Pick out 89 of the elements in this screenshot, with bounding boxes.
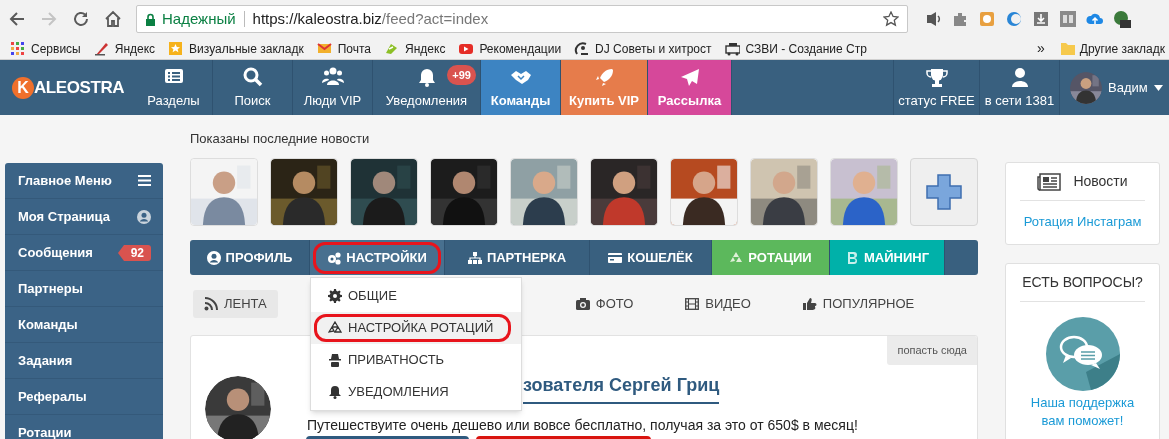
- film-icon: [685, 297, 700, 311]
- feed-tab[interactable]: ЛЕНТА: [193, 290, 278, 318]
- feed-tab[interactable]: ВИДЕО: [674, 290, 762, 318]
- bookmark-link[interactable]: Рекомендации: [458, 39, 562, 58]
- sidebar-item[interactable]: Ротации: [5, 415, 163, 439]
- camera-icon: [575, 297, 590, 311]
- sidebar-item[interactable]: Рефералы: [5, 379, 163, 415]
- user-menu[interactable]: Вадим: [1059, 60, 1169, 115]
- newspaper-icon: [1037, 172, 1062, 191]
- nav-item[interactable]: в сети 1381: [979, 60, 1059, 115]
- menu-icon: [138, 175, 151, 186]
- add-news-button[interactable]: [910, 158, 978, 226]
- bookmark-link[interactable]: Яндекс: [384, 39, 446, 58]
- nav-item[interactable]: Люди VIP: [293, 60, 373, 115]
- user-icon: [206, 250, 221, 265]
- star-icon[interactable]: [883, 11, 899, 27]
- bookmark-link[interactable]: Визуальные закладк: [168, 39, 304, 58]
- back-icon[interactable]: [8, 10, 26, 28]
- puzzle-icon[interactable]: [951, 10, 969, 28]
- arrow-icon: [384, 41, 400, 56]
- sitemap-icon: [467, 250, 482, 265]
- sidebar-item[interactable]: Партнеры: [5, 271, 163, 307]
- trophy-icon: [925, 66, 948, 87]
- nav-item[interactable]: Рассылка: [648, 60, 732, 115]
- feed-tab[interactable]: ПОПУЛЯРНОЕ: [791, 290, 926, 318]
- extension-icon[interactable]: [1059, 10, 1077, 28]
- menu-item[interactable]: ОБЩИЕ: [311, 280, 521, 312]
- menu-item[interactable]: УВЕДОМЛЕНИЯ: [311, 376, 521, 408]
- security-label: Надежный: [162, 8, 236, 29]
- apps-icon: [10, 41, 25, 56]
- sidebar-item[interactable]: Главное Меню: [5, 163, 163, 199]
- feed-tab[interactable]: ФОТО: [564, 290, 645, 318]
- star-icon: [168, 41, 184, 56]
- people-icon: [321, 66, 344, 87]
- thumbs-up-icon: [802, 297, 817, 311]
- plus-icon: [924, 172, 964, 212]
- url-text: https://kaleostra.biz/feed?act=index: [252, 8, 489, 29]
- folder-icon: [1060, 42, 1075, 55]
- nav-item[interactable]: Команды: [481, 60, 561, 115]
- nav-item[interactable]: Разделы: [135, 60, 213, 115]
- nav-item[interactable]: Поиск: [213, 60, 293, 115]
- bell-icon: [328, 385, 342, 399]
- sidebar-item[interactable]: Команды: [5, 307, 163, 343]
- extension-icon[interactable]: [1005, 10, 1023, 28]
- menu-item[interactable]: ПРИВАТНОСТЬ: [311, 344, 521, 376]
- credit-card-icon: [608, 250, 623, 265]
- count-badge: +99: [447, 65, 476, 85]
- post-text: Путешествуите очень дешево или вовсе бесплатно, получая за это от 650$ в месяц!: [307, 416, 858, 435]
- speaker-icon[interactable]: [924, 10, 942, 28]
- nav-item[interactable]: статус FREE: [893, 60, 979, 115]
- sidebar-item[interactable]: Сообщения 92: [5, 235, 163, 271]
- satellite-dish-icon: [574, 41, 590, 56]
- feed-heading: Показаны последние новости: [190, 130, 371, 145]
- tab[interactable]: ПАРТНЕРКА: [445, 240, 590, 275]
- video-icon: [458, 41, 474, 56]
- lock-icon: [145, 12, 156, 26]
- widget-title: ЕСТЬ ВОПРОСЫ?: [1022, 273, 1143, 292]
- bookmark-link[interactable]: Почта: [316, 39, 372, 58]
- sidebar-item[interactable]: Моя Страница: [5, 199, 163, 235]
- widget-title: Новости: [1073, 172, 1128, 191]
- caret-icon: [1153, 84, 1163, 91]
- user-icon: [137, 209, 151, 224]
- bus-icon: [724, 41, 740, 56]
- mail-icon: [316, 41, 332, 56]
- address-bar[interactable]: Надежный https://kaleostra.biz/feed?act=index: [136, 5, 908, 33]
- post-title[interactable]: зователя Сергей Гриц: [523, 372, 720, 404]
- reload-icon[interactable]: [72, 10, 90, 28]
- bookmark-link[interactable]: Яндекс: [93, 39, 156, 58]
- menu-item[interactable]: НАСТРОЙКА РОТАЦИЙ: [311, 312, 521, 344]
- rocket-icon: [593, 66, 615, 87]
- nav-item[interactable]: Уведомления +99: [373, 60, 481, 115]
- pen-icon: [93, 41, 109, 56]
- download-icon[interactable]: [1032, 10, 1050, 28]
- rss-icon: [204, 297, 218, 311]
- gears-icon: [327, 250, 342, 265]
- home-icon[interactable]: [104, 10, 122, 28]
- gear-icon: [328, 289, 342, 303]
- bookmarks-overflow-button[interactable]: »: [1036, 38, 1045, 59]
- chat-bubbles-icon[interactable]: [1045, 317, 1120, 391]
- spy-icon: [328, 353, 342, 367]
- search-icon: [241, 66, 264, 87]
- bookmark-link[interactable]: СЗВИ - Создание Стр: [724, 39, 867, 58]
- bookmark-link[interactable]: DJ Советы и хитрост: [574, 39, 712, 58]
- tab[interactable]: НАСТРОЙКИ: [310, 240, 445, 275]
- other-bookmarks-folder[interactable]: Другие закладк: [1060, 39, 1165, 58]
- bookmark-link[interactable]: Сервисы: [10, 39, 81, 58]
- site-logo[interactable]: K ALEOSTRA: [0, 60, 135, 115]
- sidebar-item[interactable]: Задания: [5, 343, 163, 379]
- pin-label: попасть сюда: [887, 336, 977, 365]
